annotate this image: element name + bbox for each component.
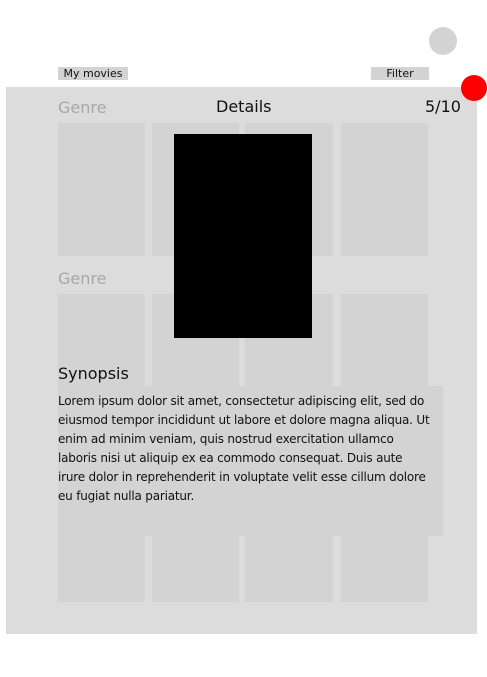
rating: 5/10 <box>425 97 461 116</box>
synopsis-heading: Synopsis <box>58 364 129 383</box>
poster-image <box>174 134 312 338</box>
close-dot-icon[interactable] <box>461 75 487 101</box>
my-movies-button[interactable]: My movies <box>58 67 128 80</box>
avatar[interactable] <box>429 27 457 55</box>
genre-label-1: Genre <box>58 98 107 117</box>
synopsis-box: Lorem ipsum dolor sit amet, consectetur … <box>58 386 443 536</box>
movie-tile[interactable] <box>58 123 145 256</box>
filter-button[interactable]: Filter <box>371 67 429 80</box>
details-title: Details <box>216 97 272 116</box>
movie-tile[interactable] <box>341 123 428 256</box>
synopsis-text: Lorem ipsum dolor sit amet, consectetur … <box>58 394 430 503</box>
genre-label-2: Genre <box>58 269 107 288</box>
